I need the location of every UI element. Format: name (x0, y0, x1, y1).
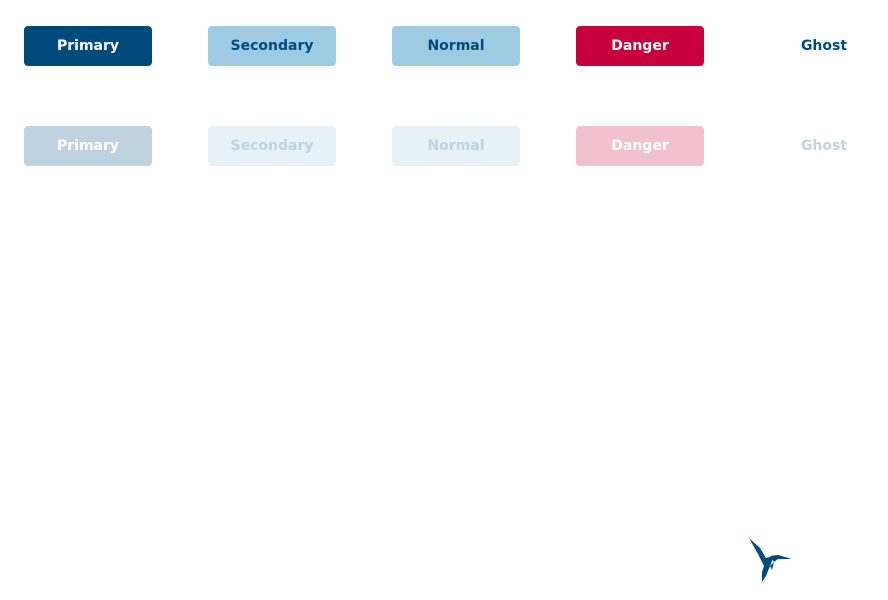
danger-button[interactable]: Danger (576, 26, 704, 66)
danger-button-disabled: Danger (576, 126, 704, 166)
hummingbird-logo-icon (749, 538, 792, 582)
ghost-button-disabled: Ghost (800, 138, 848, 154)
primary-button[interactable]: Primary (24, 26, 152, 66)
normal-button-disabled: Normal (392, 126, 520, 166)
ghost-button[interactable]: Ghost (760, 26, 888, 66)
secondary-button-disabled: Secondary (208, 126, 336, 166)
secondary-button[interactable]: Secondary (208, 26, 336, 66)
primary-button-disabled: Primary (24, 126, 152, 166)
button-showcase: Primary Secondary Normal Danger Ghost Pr… (0, 0, 888, 600)
normal-button[interactable]: Normal (392, 26, 520, 66)
